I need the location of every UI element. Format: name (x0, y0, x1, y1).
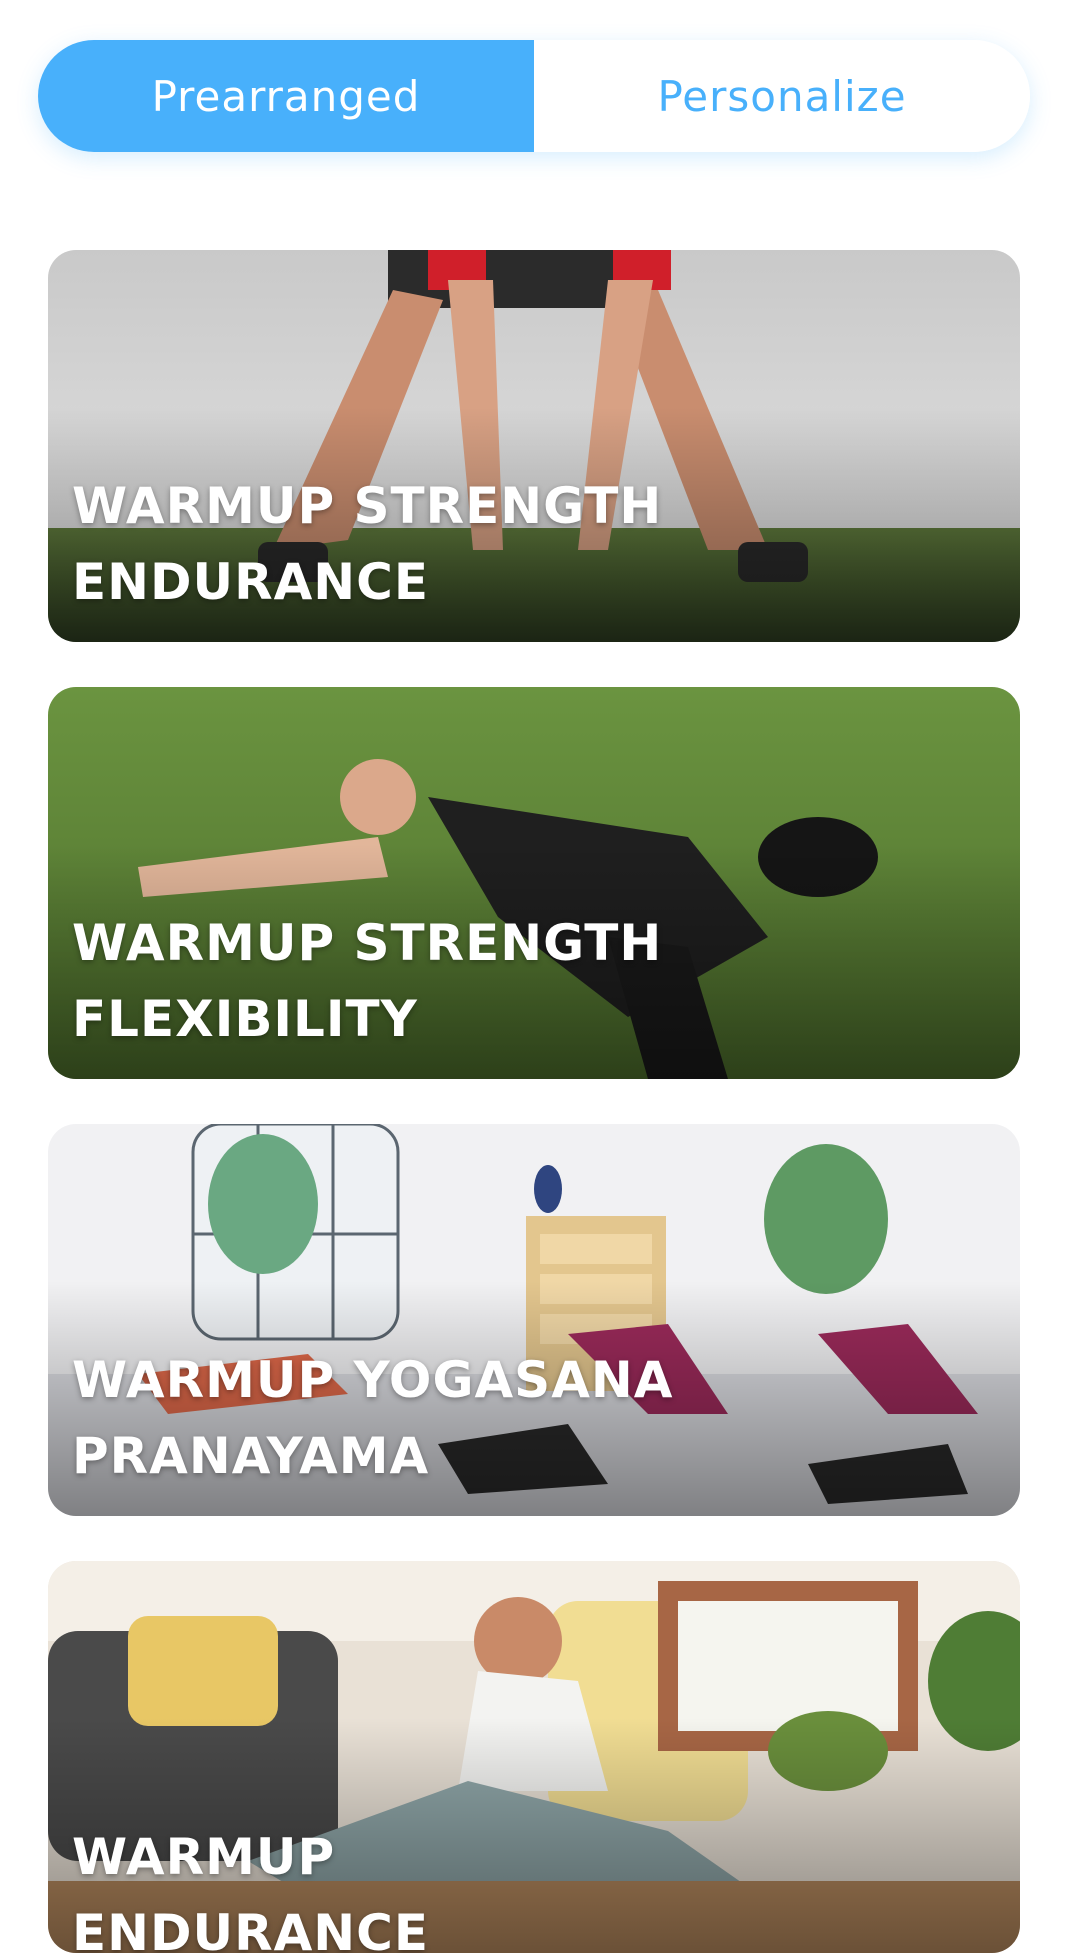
workout-card-title: WARMUP STRENGTH ENDURANCE (72, 477, 663, 611)
workout-card-title: WARMUP STRENGTH FLEXIBILITY (72, 914, 663, 1048)
workout-card-strength-flexibility[interactable]: WARMUP STRENGTH FLEXIBILITY (48, 687, 1020, 1079)
workout-card-title: WARMUP ENDURANCE FLEXIBILITY (72, 1828, 429, 1953)
workout-card-strength-endurance[interactable]: WARMUP STRENGTH ENDURANCE (48, 250, 1020, 642)
tab-prearranged[interactable]: Prearranged (38, 40, 534, 152)
tab-personalize[interactable]: Personalize (534, 40, 1030, 152)
workout-card-endurance-flexibility[interactable]: WARMUP ENDURANCE FLEXIBILITY (48, 1561, 1020, 1953)
workout-mode-toggle: Prearranged Personalize (38, 40, 1030, 152)
workout-card-yogasana-pranayama[interactable]: WARMUP YOGASANA PRANAYAMA (48, 1124, 1020, 1516)
workout-card-title: WARMUP YOGASANA PRANAYAMA (72, 1351, 674, 1485)
